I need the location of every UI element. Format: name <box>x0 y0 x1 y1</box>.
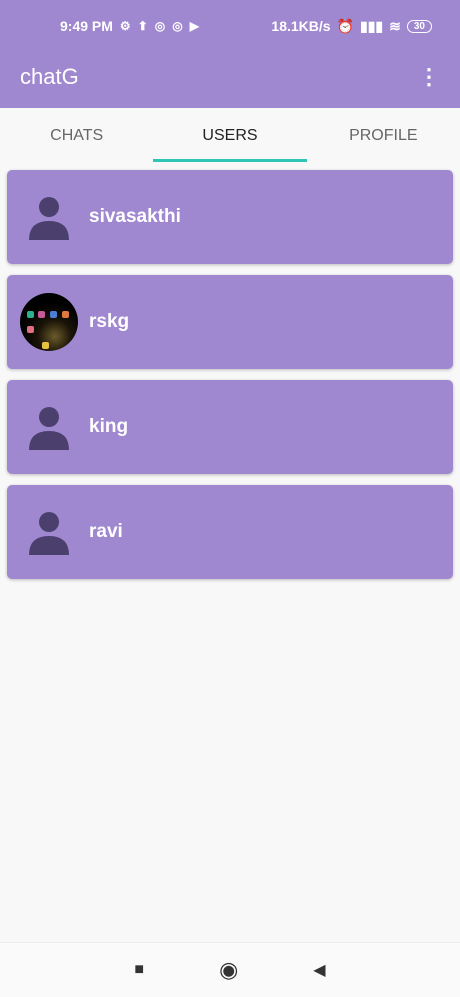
play-store-icon: ▶ <box>189 19 199 33</box>
person-icon <box>20 188 78 246</box>
app-bar: chatG ⋮ <box>0 52 460 102</box>
settings-icon: ⚙ <box>119 19 131 33</box>
more-options-icon[interactable]: ⋮ <box>418 64 440 90</box>
app-title: chatG <box>20 64 79 89</box>
person-icon <box>20 503 78 561</box>
user-avatar-photo <box>20 293 78 351</box>
battery-indicator: 30 <box>406 19 432 33</box>
user-name: rskg <box>89 311 130 332</box>
clock: 9:49 PM <box>60 18 113 34</box>
tab-chats[interactable]: CHATS <box>0 108 153 164</box>
back-icon[interactable]: ◀ <box>313 960 325 980</box>
user-name: ravi <box>89 521 123 542</box>
alarm-icon: ⏰ <box>336 17 355 34</box>
tab-profile[interactable]: PROFILE <box>307 108 460 164</box>
system-nav-bar: ■ ◉ ◀ <box>0 942 460 997</box>
wifi-icon: ≋ <box>389 17 401 34</box>
upload-icon: ⬆ <box>137 19 148 33</box>
tab-bar: CHATS USERS PROFILE <box>0 108 460 164</box>
network-speed: 18.1KB/s <box>271 18 331 34</box>
user-name: king <box>89 416 129 437</box>
home-icon[interactable]: ◉ <box>219 957 238 983</box>
instagram-icon: ◎ <box>154 19 166 33</box>
instagram-icon: ◎ <box>172 19 183 33</box>
tab-users[interactable]: USERS <box>153 108 307 164</box>
recents-icon[interactable]: ■ <box>134 961 144 979</box>
user-name: sivasakthi <box>89 206 181 227</box>
user-item[interactable]: sivasakthi <box>7 170 453 264</box>
user-item[interactable]: king <box>7 380 453 474</box>
status-bar: 9:49 PM ⚙ ⬆ ◎ ◎ ▶ 18.1KB/s ⏰ ▮▮▮ ≋ 30 <box>0 0 460 52</box>
person-icon <box>20 398 78 456</box>
user-item[interactable]: ravi <box>7 485 453 579</box>
user-list: sivasakthi rskg king ravi <box>0 164 460 596</box>
user-item[interactable]: rskg <box>7 275 453 369</box>
signal-icon: ▮▮▮ <box>360 17 384 34</box>
header: 9:49 PM ⚙ ⬆ ◎ ◎ ▶ 18.1KB/s ⏰ ▮▮▮ ≋ 30 ch… <box>0 0 460 108</box>
